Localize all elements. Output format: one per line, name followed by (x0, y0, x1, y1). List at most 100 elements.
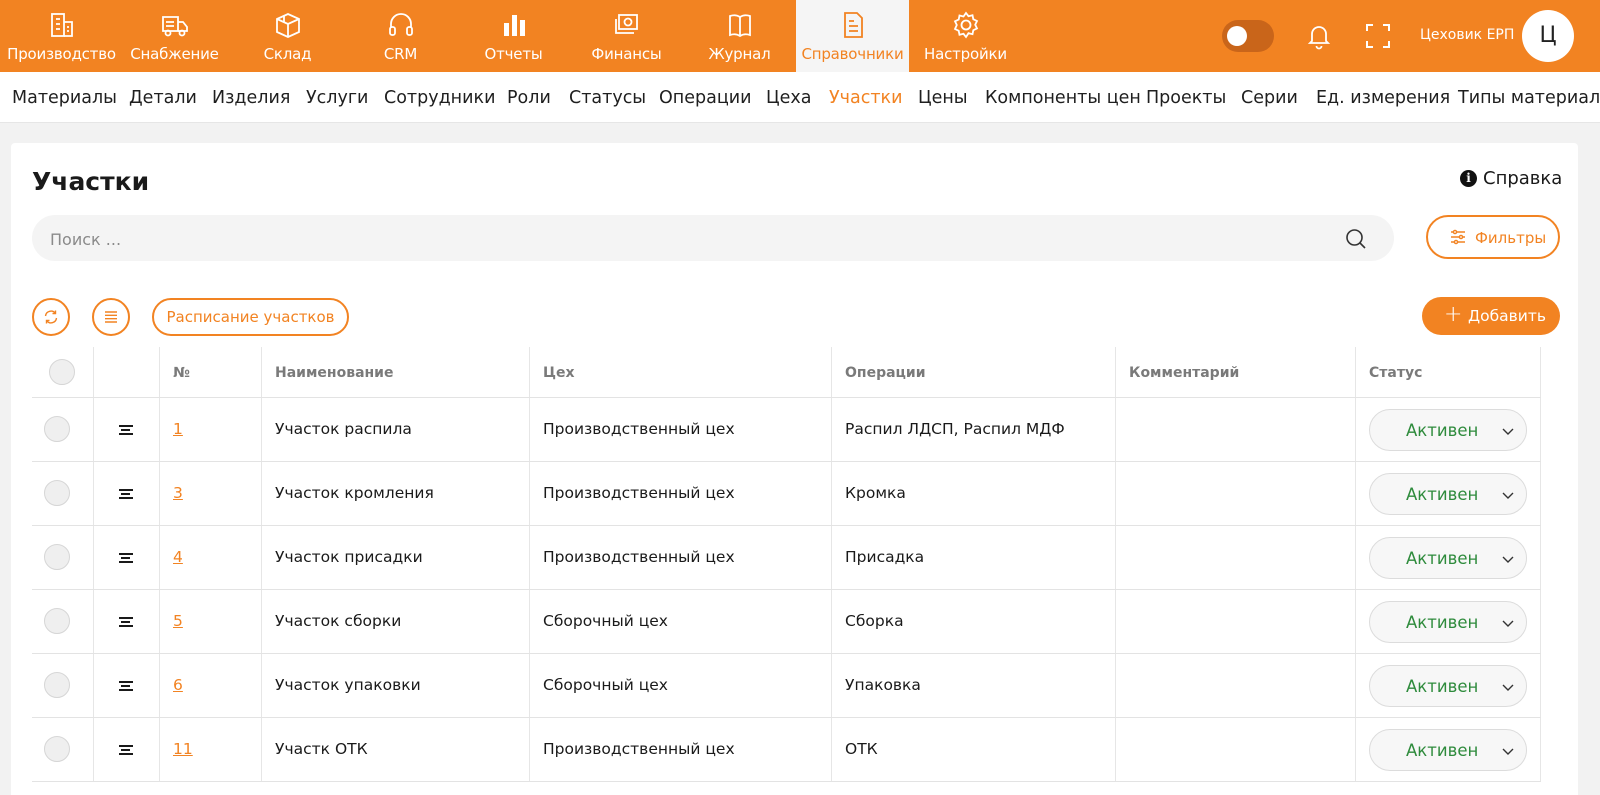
nav-item-settings[interactable]: Настройки (909, 0, 1022, 72)
row-operations: Кромка (845, 484, 906, 502)
subnav-item-units[interactable]: Ед. измерения (1316, 88, 1450, 108)
nav-item-journal[interactable]: Журнал (683, 0, 796, 72)
header-status[interactable]: Статус (1369, 365, 1422, 381)
filters-button[interactable]: Фильтры (1426, 215, 1560, 259)
list-icon (105, 311, 117, 323)
row-workshop: Производственный цех (543, 740, 735, 758)
nav-item-crm[interactable]: CRM (344, 0, 457, 72)
status-label: Активен (1406, 421, 1479, 440)
header-workshop[interactable]: Цех (543, 365, 575, 381)
money-icon (612, 10, 642, 40)
user-name[interactable]: Цеховик ЕРП (1420, 27, 1514, 43)
nav-item-supply[interactable]: Снабжение (118, 0, 231, 72)
row-menu-icon[interactable] (119, 681, 133, 693)
subnav-item-roles[interactable]: Роли (507, 88, 551, 108)
row-menu-icon[interactable] (119, 617, 133, 629)
header-comment[interactable]: Комментарий (1129, 365, 1239, 381)
schedule-button[interactable]: Расписание участков (152, 298, 349, 336)
row-menu-icon[interactable] (119, 425, 133, 437)
row-number-link[interactable]: 4 (173, 548, 183, 566)
subnav-item-series[interactable]: Серии (1241, 88, 1298, 108)
row-checkbox[interactable] (44, 736, 70, 762)
subnav-item-products[interactable]: Изделия (212, 88, 290, 108)
nav-item-production[interactable]: Производство (5, 0, 118, 72)
gear-icon (951, 10, 981, 40)
table-row[interactable]: 1 Участок распила Производственный цех Р… (32, 398, 1541, 462)
row-number-link[interactable]: 11 (173, 740, 193, 758)
row-workshop: Производственный цех (543, 484, 735, 502)
row-number-link[interactable]: 1 (173, 420, 183, 438)
select-all-checkbox[interactable] (49, 359, 75, 385)
status-select[interactable]: Активен (1369, 665, 1527, 707)
add-button[interactable]: + Добавить (1422, 297, 1560, 335)
row-menu-icon[interactable] (119, 553, 133, 565)
status-select[interactable]: Активен (1369, 409, 1527, 451)
row-checkbox[interactable] (44, 544, 70, 570)
row-checkbox[interactable] (44, 608, 70, 634)
subnav-item-parts[interactable]: Детали (129, 88, 197, 108)
row-number-link[interactable]: 5 (173, 612, 183, 630)
bar-chart-icon (499, 10, 529, 40)
subnav-item-projects[interactable]: Проекты (1146, 88, 1226, 108)
row-checkbox[interactable] (44, 480, 70, 506)
status-select[interactable]: Активен (1369, 537, 1527, 579)
subnav-item-prices[interactable]: Цены (918, 88, 968, 108)
filters-label: Фильтры (1475, 229, 1547, 247)
refresh-button[interactable] (32, 298, 70, 336)
table-row[interactable]: 4 Участок присадки Производственный цех … (32, 526, 1541, 590)
row-checkbox[interactable] (44, 672, 70, 698)
avatar[interactable]: Ц (1522, 10, 1574, 62)
nav-item-finance[interactable]: Финансы (570, 0, 683, 72)
nav-label: Производство (7, 45, 116, 63)
status-label: Активен (1406, 741, 1479, 760)
row-menu-icon[interactable] (119, 745, 133, 757)
table-row[interactable]: 3 Участок кромления Производственный цех… (32, 462, 1541, 526)
subnav-item-services[interactable]: Услуги (306, 88, 368, 108)
row-name: Участок распила (275, 420, 412, 438)
row-operations: Распил ЛДСП, Распил МДФ (845, 420, 1065, 438)
row-number-link[interactable]: 6 (173, 676, 183, 694)
columns-menu-button[interactable] (92, 298, 130, 336)
nav-item-directories[interactable]: Справочники (796, 0, 909, 72)
subnav-item-employees[interactable]: Сотрудники (384, 88, 495, 108)
subnav-item-price-components[interactable]: Компоненты цен (985, 88, 1141, 108)
box-icon (273, 10, 303, 40)
search-input[interactable] (50, 226, 1290, 252)
header-name[interactable]: Наименование (275, 365, 394, 381)
subnav-item-statuses[interactable]: Статусы (569, 88, 646, 108)
status-select[interactable]: Активен (1369, 729, 1527, 771)
theme-toggle[interactable] (1222, 20, 1274, 52)
bell-icon[interactable] (1304, 21, 1334, 51)
chevron-down-icon (1502, 684, 1514, 691)
info-icon: i (1460, 170, 1477, 187)
row-operations: ОТК (845, 740, 878, 758)
status-select[interactable]: Активен (1369, 601, 1527, 643)
subnav-item-operations[interactable]: Операции (659, 88, 751, 108)
table-header: № Наименование Цех Операции Комментарий … (32, 347, 1541, 398)
subnav-item-workshops[interactable]: Цеха (766, 88, 811, 108)
fullscreen-icon[interactable] (1363, 21, 1393, 51)
nav-label: Отчеты (484, 45, 543, 63)
row-menu-icon[interactable] (119, 489, 133, 501)
search-icon[interactable] (1344, 227, 1368, 251)
help-link[interactable]: i Справка (1460, 168, 1562, 189)
row-name: Участок присадки (275, 548, 423, 566)
table-row[interactable]: 5 Участок сборки Сборочный цех Сборка Ак… (32, 590, 1541, 654)
table-row[interactable]: 11 Участк ОТК Производственный цех ОТК А… (32, 718, 1541, 782)
row-number-link[interactable]: 3 (173, 484, 183, 502)
subnav-item-material-types[interactable]: Типы материалов (1458, 88, 1600, 108)
row-name: Участк ОТК (275, 740, 368, 758)
row-checkbox[interactable] (44, 416, 70, 442)
subnav-item-materials[interactable]: Материалы (12, 88, 117, 108)
status-select[interactable]: Активен (1369, 473, 1527, 515)
row-operations: Сборка (845, 612, 904, 630)
header-number[interactable]: № (173, 365, 190, 381)
subnav-item-sections[interactable]: Участки (829, 88, 903, 108)
table-row[interactable]: 6 Участок упаковки Сборочный цех Упаковк… (32, 654, 1541, 718)
nav-item-reports[interactable]: Отчеты (457, 0, 570, 72)
status-label: Активен (1406, 677, 1479, 696)
nav-item-warehouse[interactable]: Склад (231, 0, 344, 72)
header-operations[interactable]: Операции (845, 365, 926, 381)
nav-label: Склад (263, 45, 312, 63)
nav-label: Журнал (708, 45, 771, 63)
